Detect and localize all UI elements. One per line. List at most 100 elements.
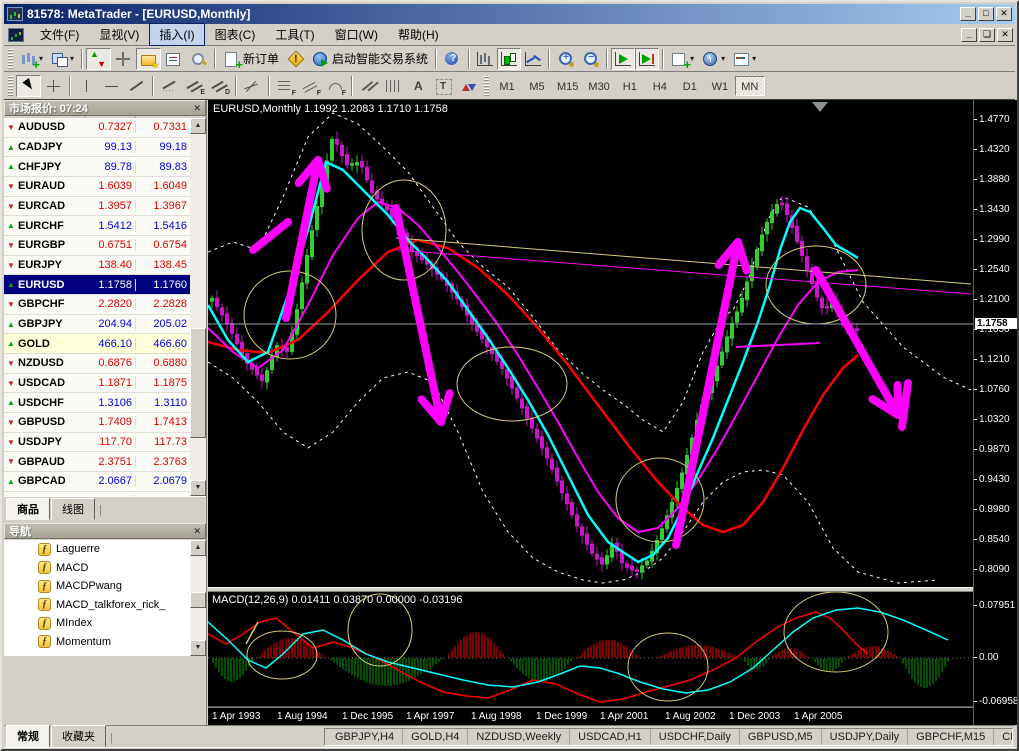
line-chart-button[interactable] xyxy=(521,48,545,70)
menu-item-工具(T)[interactable]: 工具(T) xyxy=(265,23,324,46)
crosshair-tool-button[interactable] xyxy=(41,75,66,97)
menu-item-插入(I)[interactable]: 插入(I) xyxy=(149,23,205,46)
navigator-close-icon[interactable]: ✕ xyxy=(193,526,201,537)
trendline-button[interactable] xyxy=(124,75,149,97)
timeframe-M5[interactable]: M5 xyxy=(522,76,552,96)
chart-tab-CHFJPY,Weekly[interactable]: CHFJPY,Weekly xyxy=(994,729,1012,745)
zoom-in-button[interactable] xyxy=(553,48,578,70)
quote-row-GOLD[interactable]: ▲ GOLD 466.10 466.60 xyxy=(4,334,190,355)
chart-tab-GBPCHF,M15[interactable]: GBPCHF,M15 xyxy=(908,729,995,745)
cursor-button[interactable] xyxy=(16,74,41,97)
chart-tab-USDCHF,Daily[interactable]: USDCHF,Daily xyxy=(651,729,740,745)
quote-row-EURJPY[interactable]: ▼ EURJPY 138.40 138.45 xyxy=(4,255,190,276)
menu-item-窗口(W)[interactable]: 窗口(W) xyxy=(325,23,388,46)
quote-row-AUDCAD[interactable]: ▲AUDCAD0.86960.8708 xyxy=(4,491,190,496)
child-minimize-button[interactable]: _ xyxy=(961,27,977,42)
quote-row-EURAUD[interactable]: ▼ EURAUD 1.6039 1.6049 xyxy=(4,177,190,197)
scrollbar-thumb[interactable] xyxy=(190,592,206,608)
market-watch-button[interactable] xyxy=(86,47,112,70)
alert-button[interactable] xyxy=(283,48,308,70)
std-deviation-channel-button[interactable] xyxy=(207,75,232,97)
indicator-item-Momentum[interactable]: ƒ Momentum xyxy=(4,633,190,652)
terminal-button[interactable] xyxy=(161,48,186,70)
new-chart-button[interactable]: ▾ xyxy=(16,48,47,71)
quote-row-CHFJPY[interactable]: ▲ CHFJPY 89.78 89.83 xyxy=(4,157,190,178)
quote-row-CADJPY[interactable]: ▲ CADJPY 99.13 99.18 xyxy=(4,137,190,158)
periods-button[interactable]: ▾ xyxy=(698,48,729,70)
menu-item-文件(F)[interactable]: 文件(F) xyxy=(30,23,89,46)
quote-row-GBPJPY[interactable]: ▲ GBPJPY 204.94 205.02 xyxy=(4,314,190,335)
gann-fan-button[interactable] xyxy=(240,75,265,97)
market-watch-scrollbar[interactable]: ▲ ▼ xyxy=(190,118,206,496)
text-button[interactable] xyxy=(406,75,431,97)
chart-tab-USDJPY,Daily[interactable]: USDJPY,Daily xyxy=(822,729,909,745)
navigator-button[interactable] xyxy=(136,47,162,71)
navigator-scrollbar[interactable]: ▲ ▼ xyxy=(190,540,206,656)
bar-chart-button[interactable] xyxy=(473,48,497,70)
strategy-tester-button[interactable] xyxy=(186,48,211,70)
timeframe-W1[interactable]: W1 xyxy=(705,76,735,96)
time-axis[interactable]: 1 Apr 1993 1 Aug 1994 1 Dec 1995 1 Apr 1997… xyxy=(208,707,973,725)
child-close-button[interactable]: ✕ xyxy=(997,27,1013,42)
new-order-button[interactable]: 新订单 xyxy=(219,48,283,71)
quote-row-GBPUSD[interactable]: ▼ GBPUSD 1.7409 1.7413 xyxy=(4,413,190,433)
navigator-tab-常规[interactable]: 常规 xyxy=(6,725,50,747)
quote-row-USDJPY[interactable]: ▼ USDJPY 117.70 117.73 xyxy=(4,432,190,453)
chart-tab-GOLD,H4[interactable]: GOLD,H4 xyxy=(403,729,469,745)
macd-indicator-panel[interactable]: MACD(12,26,9) 0.01411 0.03870 0.00000 -0… xyxy=(208,592,973,707)
quote-row-GBPCAD[interactable]: ▲ GBPCAD 2.0667 2.0679 xyxy=(4,472,190,492)
profiles-dropdown-icon[interactable]: ▾ xyxy=(70,54,74,63)
chart-tab-GBPJPY,H4[interactable]: GBPJPY,H4 xyxy=(327,729,404,745)
quote-row-USDCAD[interactable]: ▼ USDCAD 1.1871 1.1875 xyxy=(4,373,190,394)
indicator-item-MACD_talkforex_rick_[interactable]: ƒ MACD_talkforex_rick_ xyxy=(4,596,190,615)
chart-shift-button[interactable] xyxy=(635,47,660,70)
parallel-lines-button[interactable] xyxy=(356,75,381,97)
quote-row-AUDUSD[interactable]: ▼ AUDUSD 0.7327 0.7331 xyxy=(4,118,190,138)
help-button[interactable] xyxy=(440,48,465,70)
price-axis[interactable]: 1.4770 1.4320 1.3880 1.3430 1.2990 1.2540 1.21… xyxy=(973,100,1017,725)
chart-tab-USDCAD,H1[interactable]: USDCAD,H1 xyxy=(570,729,651,745)
quote-row-EURCHF[interactable]: ▲ EURCHF 1.5412 1.5416 xyxy=(4,216,190,237)
timeframe-M1[interactable]: M1 xyxy=(492,76,522,96)
scroll-up-icon[interactable]: ▲ xyxy=(190,540,206,556)
templates-button[interactable]: ▾ xyxy=(729,48,760,70)
trendline-by-angle-button[interactable] xyxy=(157,75,182,97)
menu-item-图表(C)[interactable]: 图表(C) xyxy=(205,23,266,46)
profiles-button[interactable]: ▾ xyxy=(47,48,78,70)
quote-row-NZDUSD[interactable]: ▼ NZDUSD 0.6876 0.6880 xyxy=(4,354,190,374)
quote-row-GBPCHF[interactable]: ▼ GBPCHF 2.2820 2.2828 xyxy=(4,295,190,315)
timeframe-M30[interactable]: M30 xyxy=(583,76,614,96)
timeframe-M15[interactable]: M15 xyxy=(552,76,583,96)
scroll-up-icon[interactable]: ▲ xyxy=(190,118,206,134)
quote-row-GBPAUD[interactable]: ▼ GBPAUD 2.3751 2.3763 xyxy=(4,452,190,473)
fibo-arcs-button[interactable] xyxy=(323,75,348,98)
cycle-lines-button[interactable] xyxy=(381,75,406,97)
child-restore-button[interactable]: ❏ xyxy=(979,27,995,42)
market-watch-close-icon[interactable]: ✕ xyxy=(193,103,201,114)
chart-tab-NZDUSD,Weekly[interactable]: NZDUSD,Weekly xyxy=(468,729,571,745)
horizontal-line-button[interactable] xyxy=(99,75,124,97)
quote-row-USDCHF[interactable]: ▲ USDCHF 1.3106 1.3110 xyxy=(4,393,190,414)
templates-dropdown-icon[interactable]: ▾ xyxy=(752,54,756,63)
indicator-item-MIndex[interactable]: ƒ MIndex xyxy=(4,614,190,633)
zoom-out-button[interactable] xyxy=(578,48,603,70)
text-label-button[interactable] xyxy=(431,75,456,97)
quote-row-EURUSD[interactable]: ▲ EURUSD 1.1758 1.1760 xyxy=(4,275,190,296)
menu-item-帮助(H)[interactable]: 帮助(H) xyxy=(388,23,449,46)
title-bar[interactable]: 81578: MetaTrader - [EURUSD,Monthly] _ □… xyxy=(4,4,1015,24)
fibo-retracement-button[interactable] xyxy=(273,75,298,98)
scroll-down-icon[interactable]: ▼ xyxy=(190,640,206,656)
timeframe-MN[interactable]: MN xyxy=(734,75,765,96)
minimize-button[interactable]: _ xyxy=(960,7,976,21)
quote-row-EURGBP[interactable]: ▼ EURGBP 0.6751 0.6754 xyxy=(4,236,190,256)
maximize-button[interactable]: □ xyxy=(978,7,994,21)
scrollbar-thumb[interactable] xyxy=(190,328,206,438)
data-window-button[interactable] xyxy=(111,48,136,70)
scroll-down-icon[interactable]: ▼ xyxy=(190,480,206,496)
price-chart[interactable]: EURUSD,Monthly 1.1992 1.2083 1.1710 1.17… xyxy=(208,100,973,587)
chart-window-icon[interactable] xyxy=(8,27,24,42)
equidistant-channel-button[interactable] xyxy=(182,75,207,97)
arrows-tool-button[interactable] xyxy=(456,75,481,97)
close-button[interactable]: ✕ xyxy=(996,7,1012,21)
periods-dropdown-icon[interactable]: ▾ xyxy=(721,54,725,63)
